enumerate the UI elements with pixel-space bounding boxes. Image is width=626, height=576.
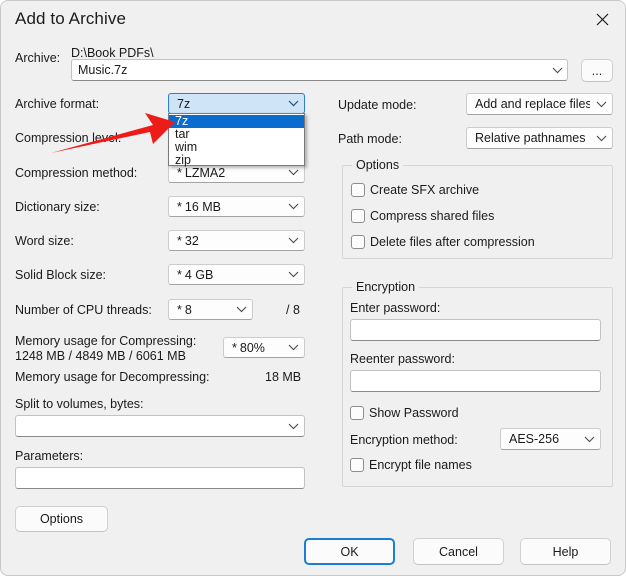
checkbox-label: Create SFX archive [370,183,480,197]
memory-compressing-label: Memory usage for Compressing: [15,334,197,348]
checkbox-create-sfx-archive[interactable]: Create SFX archive [351,183,479,197]
encryption-method-combo[interactable]: AES-256 [500,428,601,450]
cpu-threads-label: Number of CPU threads: [15,303,152,317]
checkbox-label: Delete files after compression [370,235,535,249]
dialog-title: Add to Archive [15,9,127,28]
solid-block-size-value: 4 GB [184,267,214,282]
word-size-combo[interactable]: * 32 [168,230,305,251]
help-button[interactable]: Help [520,538,611,565]
update-mode-label: Update mode: [338,98,417,112]
parameters-label: Parameters: [15,449,84,463]
cpu-threads-total: / 8 [286,303,300,317]
checkbox-encrypt-file-names[interactable]: Encrypt file names [350,458,472,472]
update-mode-chevron-down-icon [590,101,612,108]
cpu-threads-star: * [177,302,182,317]
path-mode-chevron-down-icon [590,135,612,142]
word-size-label: Word size: [15,234,74,248]
enter-password-label: Enter password: [350,301,441,315]
archive-format-dropdown-list[interactable]: 7z tar wim zip [168,113,305,167]
word-size-chevron-down-icon [282,237,304,244]
checkbox-box [351,183,365,197]
update-mode-combo[interactable]: Add and replace files [466,93,613,115]
compression-level-label: Compression level: [15,131,122,145]
memory-percent-star: * [232,340,237,355]
encryption-method-value: AES-256 [509,432,560,446]
archive-format-label: Archive format: [15,97,100,111]
add-to-archive-dialog: Add to Archive Archive: D:\Book PDFs\ Mu… [0,0,626,576]
dictionary-size-combo[interactable]: * 16 MB [168,196,305,217]
parameters-input[interactable] [15,467,305,489]
memory-compressing-detail: 1248 MB / 4849 MB / 6061 MB [15,349,186,363]
archive-name-input[interactable]: Music.7z [71,59,568,81]
word-size-star: * [177,233,182,248]
memory-decompressing-label: Memory usage for Decompressing: [15,370,210,384]
solid-block-size-chevron-down-icon [282,271,304,278]
close-icon[interactable] [579,2,625,36]
encryption-group-title: Encryption [352,280,420,294]
archive-format-chevron-down-icon [282,100,304,107]
split-volumes-combo[interactable] [15,415,305,437]
checkbox-show-password[interactable]: Show Password [350,406,459,420]
path-mode-value: Relative pathnames [475,131,586,145]
encryption-method-chevron-down-icon [578,436,600,443]
dictionary-size-value: 16 MB [184,199,222,214]
checkbox-box [351,209,365,223]
memory-percent-value: 80% [239,340,265,355]
ok-button[interactable]: OK [304,538,395,565]
split-volumes-chevron-down-icon [282,423,304,430]
reenter-password-label: Reenter password: [350,352,455,366]
compression-method-label: Compression method: [15,166,138,180]
update-mode-value: Add and replace files [475,97,590,111]
enter-password-input[interactable] [350,319,601,341]
archive-name-chevron-down-icon[interactable] [546,59,568,81]
archive-label: Archive: [15,51,61,65]
solid-block-size-combo[interactable]: * 4 GB [168,264,305,285]
checkbox-label: Show Password [369,406,459,420]
cpu-threads-combo[interactable]: * 8 [168,299,253,320]
archive-format-value: 7z [177,96,191,111]
checkbox-box [350,458,364,472]
archive-format-option-3[interactable]: zip [169,154,304,167]
checkbox-delete-files-after-compression[interactable]: Delete files after compression [351,235,535,249]
cpu-threads-chevron-down-icon [230,306,252,313]
split-volumes-label: Split to volumes, bytes: [15,397,144,411]
path-mode-combo[interactable]: Relative pathnames [466,127,613,149]
solid-block-size-label: Solid Block size: [15,268,107,282]
cpu-threads-value: 8 [184,302,192,317]
memory-percent-chevron-down-icon [282,344,304,351]
browse-button[interactable]: ... [581,59,613,82]
title-bar: Add to Archive [1,1,625,39]
compression-method-chevron-down-icon [282,169,304,176]
encryption-method-label: Encryption method: [350,433,458,447]
archive-path: D:\Book PDFs\ [71,46,154,60]
dictionary-size-label: Dictionary size: [15,200,100,214]
cancel-button[interactable]: Cancel [413,538,504,565]
dictionary-size-chevron-down-icon [282,203,304,210]
word-size-value: 32 [184,233,199,248]
compression-method-star: * [177,165,182,180]
solid-block-size-star: * [177,267,182,282]
memory-usage-percent-combo[interactable]: * 80% [223,337,305,358]
checkbox-label: Encrypt file names [369,458,472,472]
memory-decompressing-value: 18 MB [265,370,302,384]
path-mode-label: Path mode: [338,132,402,146]
checkbox-box [350,406,364,420]
compression-method-value: LZMA2 [184,165,226,180]
checkbox-label: Compress shared files [370,209,495,223]
archive-name-value: Music.7z [78,63,128,77]
options-group-title: Options [352,158,404,172]
archive-format-combo[interactable]: 7z [168,93,305,114]
reenter-password-input[interactable] [350,370,601,392]
checkbox-compress-shared-files[interactable]: Compress shared files [351,209,494,223]
checkbox-box [351,235,365,249]
dictionary-size-star: * [177,199,182,214]
options-button[interactable]: Options [15,506,108,532]
